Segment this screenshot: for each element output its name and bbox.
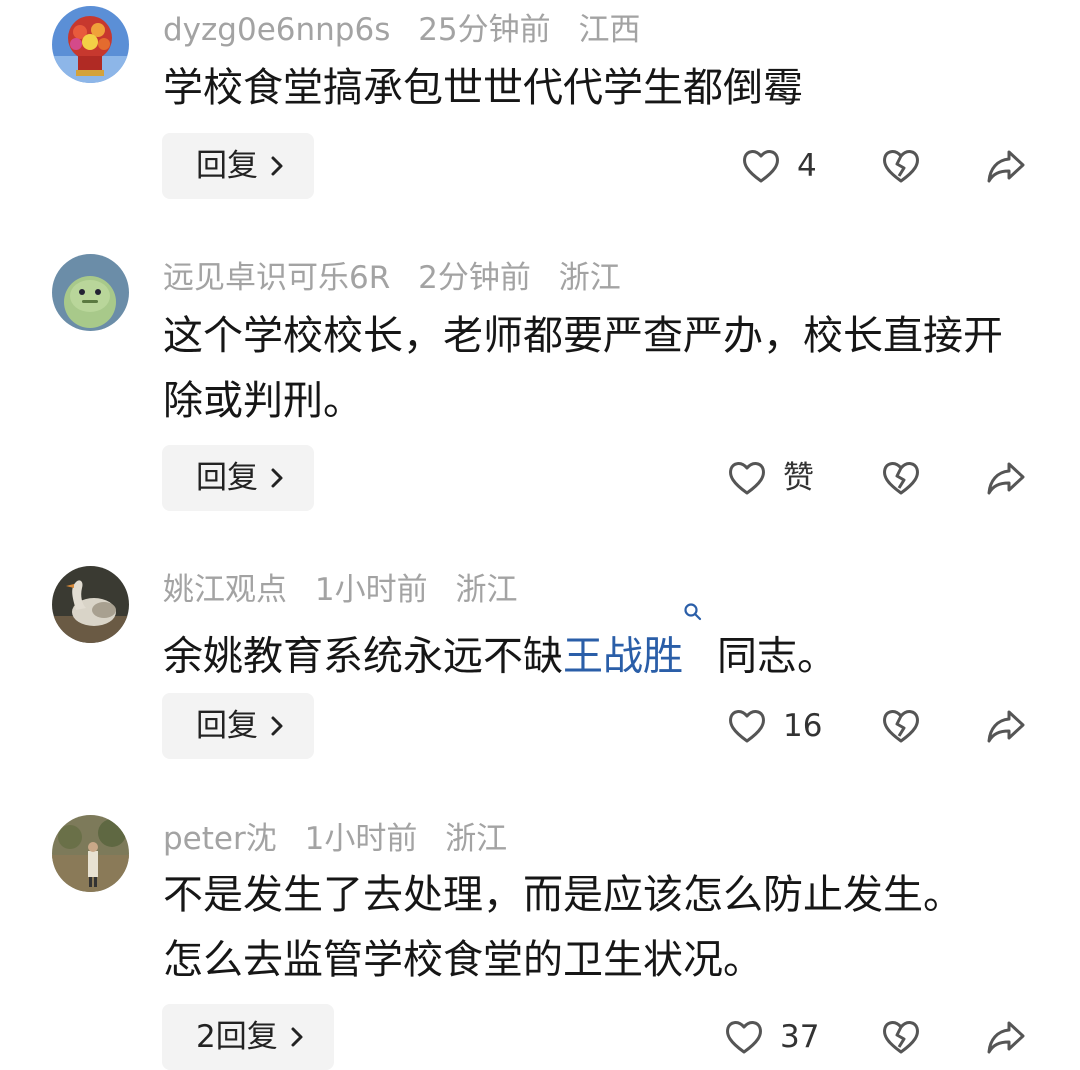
avatar[interactable] bbox=[52, 6, 129, 83]
share-arrow-icon[interactable] bbox=[985, 458, 1027, 498]
comment-text[interactable]: 这个学校校长，老师都要严查严办，校长直接开除或判刑。 bbox=[163, 304, 1003, 434]
location: 江西 bbox=[578, 12, 641, 48]
comment-meta: dyzg0e6nnp6s 25分钟前 江西 bbox=[163, 10, 659, 50]
comment-actions: 16 bbox=[0, 693, 1080, 759]
like-count: 16 bbox=[783, 708, 823, 744]
heart-outline-icon[interactable] bbox=[727, 706, 767, 746]
timestamp: 1小时前 bbox=[304, 821, 418, 857]
comment-meta: 远见卓识可乐6R 2分钟前 浙江 bbox=[163, 258, 639, 298]
broken-heart-icon[interactable] bbox=[881, 706, 921, 746]
comment-text-before: 余姚教育系统永远不缺 bbox=[163, 633, 563, 680]
comment-meta: 姚江观点 1小时前 浙江 bbox=[163, 570, 535, 610]
topic-link[interactable]: 王战胜 bbox=[563, 633, 683, 679]
comment-actions: 4 bbox=[0, 133, 1080, 199]
like-count: 37 bbox=[780, 1019, 820, 1055]
broken-heart-icon[interactable] bbox=[881, 1017, 921, 1057]
search-icon[interactable] bbox=[683, 603, 703, 661]
comment-meta: peter沈 1小时前 浙江 bbox=[163, 819, 525, 859]
username[interactable]: peter沈 bbox=[163, 821, 277, 857]
location: 浙江 bbox=[558, 260, 621, 296]
share-arrow-icon[interactable] bbox=[985, 1017, 1027, 1057]
comment-text[interactable]: 学校食堂搞承包世世代代学生都倒霉 bbox=[163, 56, 1023, 121]
avatar[interactable] bbox=[52, 815, 129, 892]
avatar[interactable] bbox=[52, 566, 129, 643]
comment-actions: 赞 bbox=[0, 445, 1080, 511]
username[interactable]: dyzg0e6nnp6s bbox=[163, 12, 390, 48]
location: 浙江 bbox=[455, 572, 518, 608]
avatar[interactable] bbox=[52, 254, 129, 331]
comment-text[interactable]: 余姚教育系统永远不缺王战胜 同志。 bbox=[163, 603, 1023, 689]
username[interactable]: 姚江观点 bbox=[163, 572, 287, 608]
timestamp: 2分钟前 bbox=[418, 260, 531, 296]
broken-heart-icon[interactable] bbox=[881, 146, 921, 186]
like-count: 赞 bbox=[783, 460, 814, 496]
heart-outline-icon[interactable] bbox=[727, 458, 767, 498]
timestamp: 1小时前 bbox=[314, 572, 428, 608]
comment-text[interactable]: 不是发生了去处理，而是应该怎么防止发生。怎么去监管学校食堂的卫生状况。 bbox=[163, 863, 963, 993]
timestamp: 25分钟前 bbox=[418, 12, 551, 48]
username[interactable]: 远见卓识可乐6R bbox=[163, 260, 390, 296]
broken-heart-icon[interactable] bbox=[881, 458, 921, 498]
share-arrow-icon[interactable] bbox=[985, 706, 1027, 746]
comment-text-after: 同志。 bbox=[717, 633, 837, 680]
share-arrow-icon[interactable] bbox=[985, 146, 1027, 186]
like-count: 4 bbox=[797, 148, 817, 184]
comment-actions: 37 bbox=[0, 1004, 1080, 1070]
heart-outline-icon[interactable] bbox=[724, 1017, 764, 1057]
location: 浙江 bbox=[445, 821, 508, 857]
heart-outline-icon[interactable] bbox=[741, 146, 781, 186]
